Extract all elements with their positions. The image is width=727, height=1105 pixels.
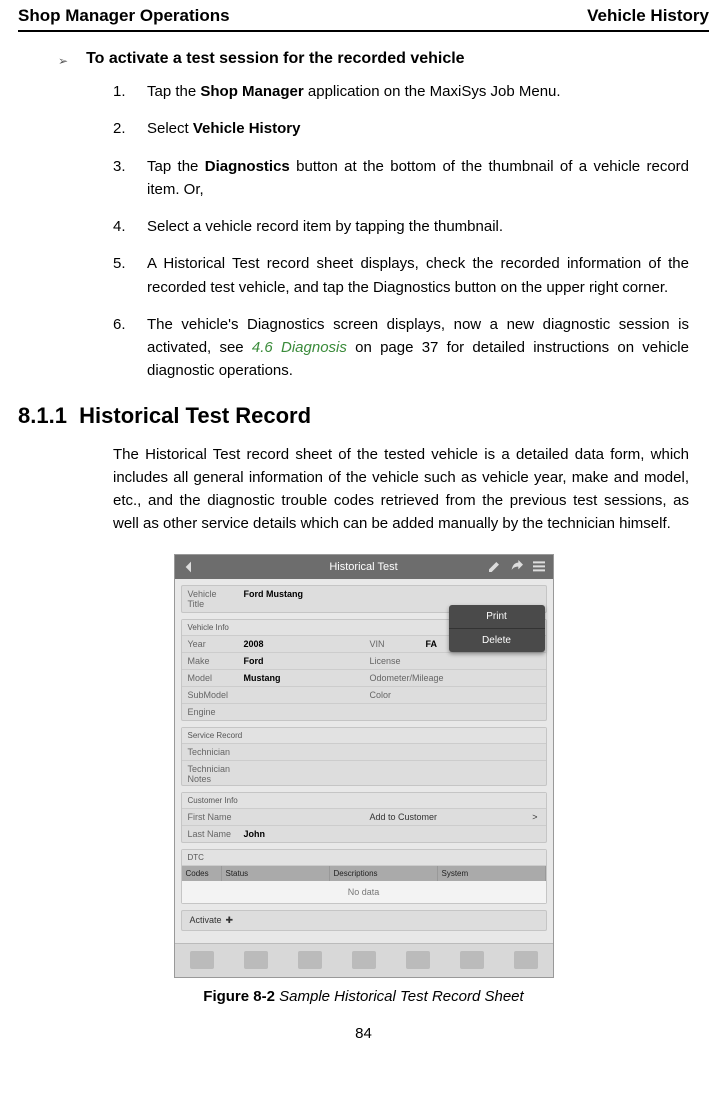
footer-btn[interactable] [352,951,376,969]
technician-notes-label: Technician Notes [188,764,234,782]
dtc-col-codes: Codes [182,866,222,881]
service-record-label: Service Record [182,728,546,744]
vin-value: FA [426,639,438,649]
link-diagnosis[interactable]: 4.6 Diagnosis [252,339,347,356]
edit-icon[interactable] [487,558,503,574]
vin-label: VIN [370,639,416,649]
year-label: Year [188,639,234,649]
footer-btn[interactable] [244,951,268,969]
menu-icon[interactable] [531,558,547,574]
odometer-label: Odometer/Mileage [370,673,416,683]
lastname-value: John [244,829,266,839]
license-label: License [370,656,416,666]
step-text-4: Select a vehicle record item by tapping … [147,215,503,238]
footer-btn[interactable] [460,951,484,969]
dtc-col-status: Status [222,866,330,881]
dtc-col-system: System [438,866,546,881]
dtc-col-descriptions: Descriptions [330,866,438,881]
mock-footer-nav [175,943,553,977]
section-heading: 8.1.1 Historical Test Record [18,403,709,429]
year-value: 2008 [244,639,264,649]
model-value: Mustang [244,673,281,683]
step-text-6: The vehicle's Diagnostics screen display… [147,313,689,383]
chevron-right-icon: > [532,812,537,822]
context-menu: Print Delete [449,605,545,652]
page-number: 84 [18,1025,709,1052]
step-text-3: Tap the Diagnostics button at the bottom… [147,155,689,202]
step-text-1: Tap the Shop Manager application on the … [147,80,561,103]
vehicle-title-label: Vehicle Title [188,589,234,609]
activate-label[interactable]: Activate [190,915,222,925]
footer-btn[interactable] [298,951,322,969]
figure-caption: Figure 8-2 Sample Historical Test Record… [18,988,709,1005]
footer-btn[interactable] [406,951,430,969]
lastname-label: Last Name [188,829,234,839]
engine-label: Engine [188,707,234,717]
dtc-label: DTC [182,850,546,866]
figure-screenshot: Historical Test Print Delete Vehicle Tit… [174,554,554,978]
footer-btn[interactable] [190,951,214,969]
share-icon[interactable] [509,558,525,574]
header-left: Shop Manager Operations [18,6,230,26]
menu-print[interactable]: Print [449,605,545,629]
submodel-label: SubModel [188,690,234,700]
step-number-2: 2. [113,117,133,140]
section-paragraph: The Historical Test record sheet of the … [113,443,689,536]
header-right: Vehicle History [587,6,709,26]
bullet-icon: ➢ [58,54,68,68]
technician-label: Technician [188,747,234,757]
footer-btn[interactable] [514,951,538,969]
add-to-customer-button[interactable]: Add to Customer> [362,809,546,825]
mock-title: Historical Test [329,561,397,573]
make-label: Make [188,656,234,666]
model-label: Model [188,673,234,683]
step-number-3: 3. [113,155,133,202]
step-number-1: 1. [113,80,133,103]
menu-delete[interactable]: Delete [449,629,545,652]
step-number-4: 4. [113,215,133,238]
dtc-nodata: No data [182,881,546,903]
plus-icon[interactable]: ✚ [226,915,234,926]
step-number-5: 5. [113,252,133,299]
step-text-2: Select Vehicle History [147,117,300,140]
customer-info-label: Customer Info [182,793,546,809]
step-text-5: A Historical Test record sheet displays,… [147,252,689,299]
vehicle-title-value: Ford Mustang [244,589,304,609]
firstname-label: First Name [188,812,234,822]
back-icon[interactable] [181,559,197,575]
color-label: Color [370,690,416,700]
bullet-heading: To activate a test session for the recor… [86,50,465,68]
step-number-6: 6. [113,313,133,383]
make-value: Ford [244,656,264,666]
